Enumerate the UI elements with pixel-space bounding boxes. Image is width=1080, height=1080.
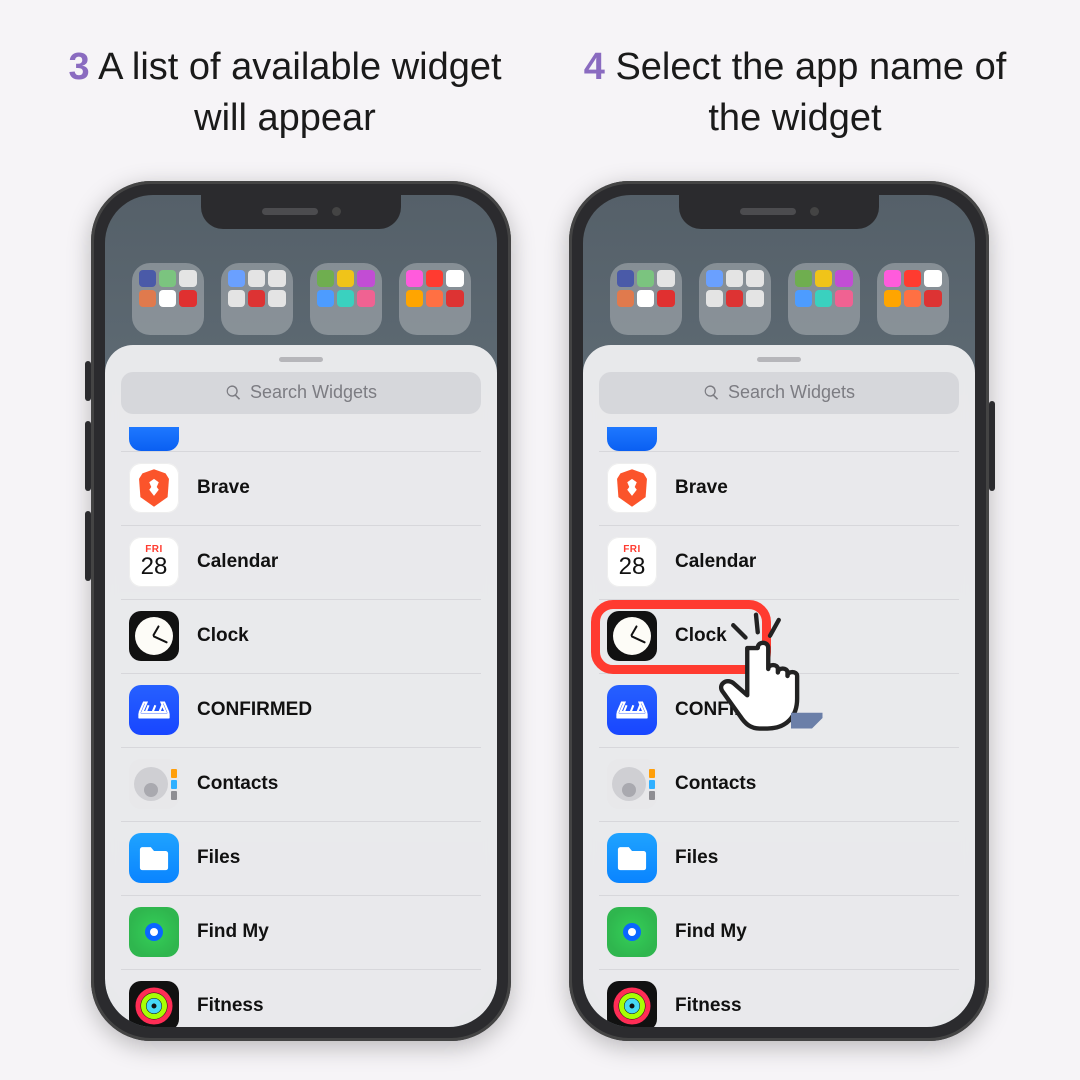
list-item-clock[interactable]: Clock [599, 600, 959, 674]
brave-icon [129, 463, 179, 513]
list-label: Contacts [197, 773, 278, 795]
list-label: CONFIRMED [675, 699, 790, 721]
files-icon [607, 833, 657, 883]
widget-app-list[interactable]: Brave FRI 28 Calendar Clock [121, 422, 481, 1027]
widget-app-list[interactable]: Brave FRI 28 Calendar Clock [599, 422, 959, 1027]
home-folders-row [105, 263, 497, 335]
list-item-fitness[interactable]: Fitness [599, 970, 959, 1027]
step-3-text: A list of available widget will appear [98, 46, 501, 139]
search-icon [703, 384, 720, 401]
list-label: Files [197, 847, 240, 869]
list-label: Calendar [675, 551, 756, 573]
fitness-icon [607, 981, 657, 1027]
list-item-partial-top[interactable] [121, 422, 481, 452]
search-placeholder: Search Widgets [728, 382, 855, 403]
sheet-grabber[interactable] [279, 357, 323, 362]
search-icon [225, 384, 242, 401]
list-item-partial-top[interactable] [599, 422, 959, 452]
list-item-files[interactable]: Files [121, 822, 481, 896]
list-item-contacts[interactable]: Contacts [121, 748, 481, 822]
list-label: Calendar [197, 551, 278, 573]
search-placeholder: Search Widgets [250, 382, 377, 403]
phone-mockup-step4: Search Widgets Brave FRI 28 [569, 181, 989, 1041]
list-item-brave[interactable]: Brave [121, 452, 481, 526]
clock-icon [129, 611, 179, 661]
findmy-icon [129, 907, 179, 957]
confirmed-icon [607, 685, 657, 735]
findmy-icon [607, 907, 657, 957]
list-label: Fitness [197, 995, 264, 1017]
list-label: Fitness [675, 995, 742, 1017]
step-4-number: 4 [584, 46, 605, 88]
list-label: Clock [675, 625, 727, 647]
list-item-calendar[interactable]: FRI 28 Calendar [121, 526, 481, 600]
list-label: Contacts [675, 773, 756, 795]
contacts-icon [129, 759, 179, 809]
list-item-brave[interactable]: Brave [599, 452, 959, 526]
step-3-number: 3 [68, 46, 89, 88]
list-item-findmy[interactable]: Find My [599, 896, 959, 970]
contacts-icon [607, 759, 657, 809]
list-label: Brave [675, 477, 728, 499]
clock-icon [607, 611, 657, 661]
files-icon [129, 833, 179, 883]
step-4-caption: 4 Select the app name of the widget [555, 42, 1035, 145]
calendar-icon: FRI 28 [129, 537, 179, 587]
sheet-grabber[interactable] [757, 357, 801, 362]
list-label: Files [675, 847, 718, 869]
fitness-icon [129, 981, 179, 1027]
list-label: Find My [675, 921, 747, 943]
phone-notch [201, 195, 401, 229]
step-3-caption: 3 A list of available widget will appear [45, 42, 525, 145]
list-item-fitness[interactable]: Fitness [121, 970, 481, 1027]
search-widgets-field[interactable]: Search Widgets [121, 372, 481, 414]
list-item-contacts[interactable]: Contacts [599, 748, 959, 822]
list-item-confirmed[interactable]: CONFIRMED [121, 674, 481, 748]
search-widgets-field[interactable]: Search Widgets [599, 372, 959, 414]
widget-picker-sheet[interactable]: Search Widgets Brave FRI 28 [583, 345, 975, 1027]
list-label: Clock [197, 625, 249, 647]
list-item-calendar[interactable]: FRI 28 Calendar [599, 526, 959, 600]
list-item-confirmed[interactable]: CONFIRMED [599, 674, 959, 748]
calendar-icon: FRI 28 [607, 537, 657, 587]
phone-mockup-step3: Search Widgets Brave FRI 28 [91, 181, 511, 1041]
list-item-findmy[interactable]: Find My [121, 896, 481, 970]
confirmed-icon [129, 685, 179, 735]
home-folders-row [583, 263, 975, 335]
brave-icon [607, 463, 657, 513]
list-item-files[interactable]: Files [599, 822, 959, 896]
widget-picker-sheet[interactable]: Search Widgets Brave FRI 28 [105, 345, 497, 1027]
list-label: Find My [197, 921, 269, 943]
list-label: CONFIRMED [197, 699, 312, 721]
phone-notch [679, 195, 879, 229]
list-label: Brave [197, 477, 250, 499]
step-4-text: Select the app name of the widget [615, 46, 1006, 139]
list-item-clock[interactable]: Clock [121, 600, 481, 674]
